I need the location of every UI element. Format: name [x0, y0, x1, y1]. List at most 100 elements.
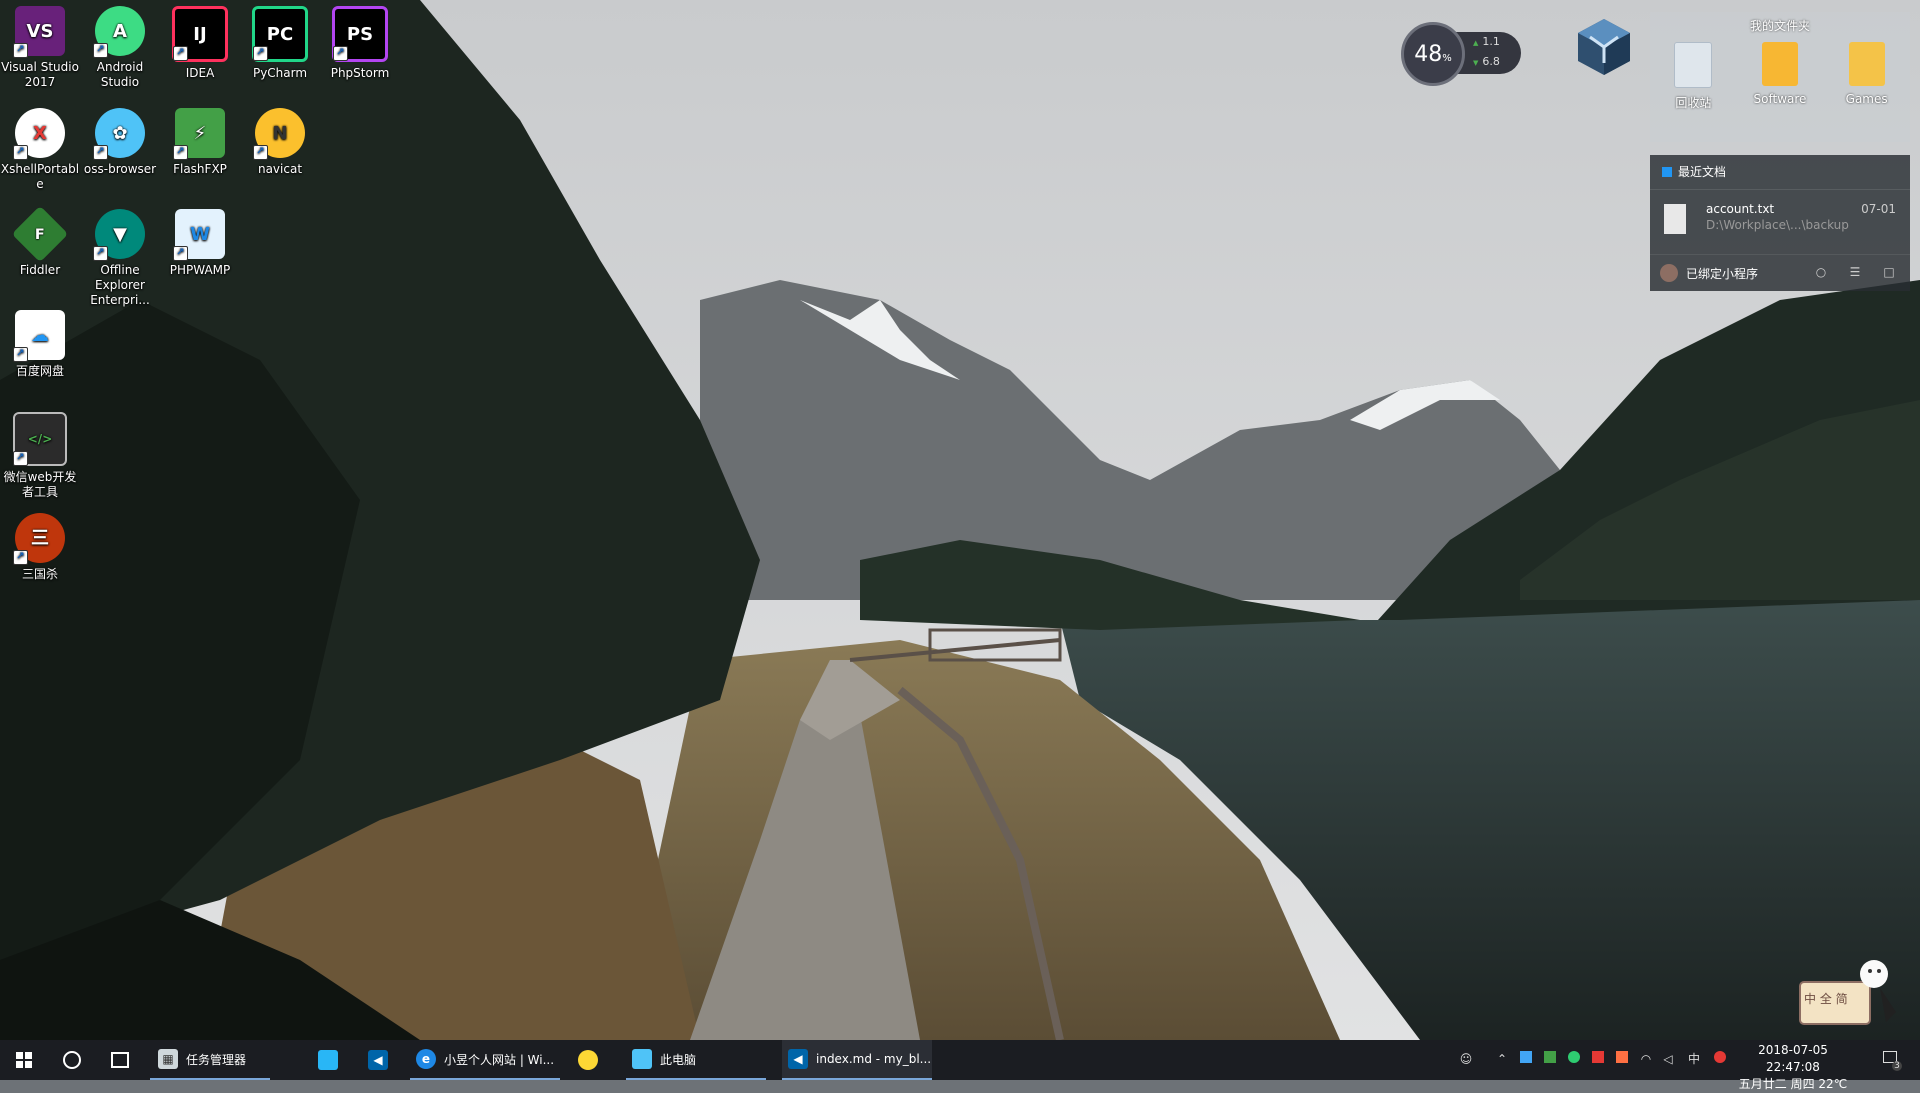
show-hidden-icons-chevron-icon[interactable]: ⌃	[1494, 1051, 1510, 1067]
folder-software[interactable]: Software	[1745, 42, 1815, 111]
desktop-icon-label: PHPWAMP	[169, 263, 231, 277]
sanguosha-icon: 三 ↗	[13, 513, 65, 565]
desktop-icon-sanguosha[interactable]: 三 ↗ 三国杀	[0, 507, 80, 582]
action-center-notification-icon[interactable]: 3	[1880, 1051, 1902, 1071]
tray-app-blue-icon[interactable]	[1518, 1051, 1534, 1067]
taskbar-app-vscode[interactable]: ◀ index.md - my_bl...	[782, 1040, 932, 1080]
pycharm-icon: PC ↗	[252, 6, 308, 62]
tray-app-green-icon[interactable]	[1542, 1051, 1558, 1067]
folder-recycle-bin[interactable]: 回收站	[1658, 42, 1728, 111]
taskbar: ▦ 任务管理器 ◀ e 小昱个人网站 | Wi... 此电脑 ◀ index.m…	[0, 1040, 1920, 1091]
tray-app-red-icon[interactable]	[1590, 1051, 1606, 1067]
tray-app-orange-icon[interactable]	[1614, 1051, 1630, 1067]
taskbar-app-browser[interactable]: e 小昱个人网站 | Wi...	[410, 1040, 560, 1080]
windows-logo-icon	[16, 1052, 32, 1068]
recent-documents-panel: 最近文档 account.txt D:\Workplace\...\backup…	[1650, 155, 1910, 291]
desktop-icon-fiddler[interactable]: F Fiddler	[0, 203, 80, 278]
recycle-bin-icon	[1674, 42, 1713, 88]
taskbar-app-label: 任务管理器	[186, 1052, 247, 1067]
taskbar-app-label: index.md - my_bl...	[816, 1052, 932, 1066]
desktop-icon-phpwamp[interactable]: W ↗ PHPWAMP	[160, 203, 240, 278]
notification-count-badge: 3	[1892, 1061, 1902, 1071]
list-icon[interactable]: ☰	[1848, 265, 1862, 279]
shortcut-arrow-icon: ↗	[333, 46, 348, 61]
desktop-icon-label: XshellPortable	[0, 162, 80, 191]
input-language-indicator[interactable]: 中	[1686, 1051, 1702, 1067]
desktop-icon-label: PyCharm	[252, 66, 308, 80]
desktop-icon-navicat[interactable]: N ↗ navicat	[240, 102, 320, 177]
shortcut-arrow-icon: ↗	[13, 550, 28, 565]
shortcut-arrow-icon: ↗	[253, 145, 268, 160]
start-button[interactable]	[10, 1040, 38, 1080]
desktop-icon-phpstorm[interactable]: PS ↗ PhpStorm	[320, 0, 400, 81]
cube-launcher-icon[interactable]	[1576, 17, 1632, 77]
taskbar-pin-yellow-app[interactable]	[578, 1040, 606, 1080]
desktop-icon-label: IDEA	[185, 66, 215, 80]
desktop-icon-pycharm[interactable]: PC ↗ PyCharm	[240, 0, 320, 81]
taskbar-app-label: 此电脑	[660, 1052, 697, 1067]
people-icon[interactable]: ☺	[1458, 1051, 1474, 1067]
desktop-icon-xshell[interactable]: X ↗ XshellPortable	[0, 102, 80, 192]
ime-status-widget[interactable]: 中 全 简	[1796, 952, 1900, 1028]
sogou-ime-icon[interactable]	[1712, 1051, 1728, 1067]
desktop-icon-android-studio[interactable]: A ↗ Android Studio	[80, 0, 160, 90]
cortana-button[interactable]	[58, 1040, 86, 1080]
cortana-icon	[63, 1051, 81, 1069]
shortcut-arrow-icon: ↗	[93, 145, 108, 160]
desktop-icon-label: PhpStorm	[330, 66, 390, 80]
ime-mode-text: 中 全 简	[1804, 992, 1848, 1006]
desktop-icon-label: FlashFXP	[173, 162, 227, 176]
desktop-icon-wechat-devtools[interactable]: </> ↗ 微信web开发者工具	[0, 406, 80, 500]
desktop-icon-label: navicat	[257, 162, 303, 176]
taskbar-app-this-pc[interactable]: 此电脑	[626, 1040, 766, 1080]
desktop-icon-oss-browser[interactable]: ✿ ↗ oss-browser	[80, 102, 160, 177]
shortcut-arrow-icon: ↗	[93, 43, 108, 58]
shortcut-arrow-icon: ↗	[13, 347, 28, 362]
window-icon[interactable]: □	[1882, 265, 1896, 279]
memory-percent: 48	[1414, 41, 1443, 67]
intellij-idea-icon: IJ ↗	[172, 6, 228, 62]
task-view-button[interactable]	[106, 1040, 134, 1080]
clock-lunar-weather: 五月廿二 周四 22℃	[1738, 1077, 1848, 1091]
desktop-icon-visual-studio[interactable]: VS ↗ Visual Studio 2017	[0, 0, 80, 90]
shortcut-arrow-icon: ↗	[13, 43, 28, 58]
file-explorer-pin-icon	[318, 1050, 338, 1070]
folder-games[interactable]: Games	[1832, 42, 1902, 111]
android-studio-icon: A ↗	[93, 6, 145, 58]
desktop-icon-label: Fiddler	[19, 263, 61, 277]
recent-file-item[interactable]: account.txt D:\Workplace\...\backup 07-0…	[1650, 190, 1910, 254]
folder-label: Software	[1753, 92, 1807, 106]
desktop-icon-idea[interactable]: IJ ↗ IDEA	[160, 0, 240, 81]
yellow-app-icon	[578, 1050, 598, 1070]
xshell-icon: X ↗	[13, 108, 65, 160]
desktop-icon-flashfxp[interactable]: ⚡ ↗ FlashFXP	[160, 102, 240, 177]
desktop-icon-label: Offline Explorer Enterpri...	[90, 263, 150, 307]
memory-usage-gauge[interactable]: 48%	[1401, 22, 1465, 86]
wechat-devtools-icon: </> ↗	[13, 412, 67, 466]
wechat-tray-icon[interactable]	[1566, 1051, 1582, 1067]
folder-icon	[1848, 42, 1885, 86]
taskbar-clock[interactable]: 2018-07-05 22:47:08 五月廿二 周四 22℃	[1733, 1042, 1853, 1093]
taskbar-app-task-manager[interactable]: ▦ 任务管理器	[150, 1040, 270, 1080]
desktop-icon-label: Visual Studio 2017	[1, 60, 79, 89]
desktop-icon-offline-explorer[interactable]: ▼ ↗ Offline Explorer Enterpri...	[80, 203, 160, 308]
wifi-icon[interactable]: ◠	[1638, 1051, 1654, 1067]
network-speed-widget[interactable]: 1.1 6.8 48%	[1401, 22, 1521, 86]
shortcut-arrow-icon: ↗	[173, 145, 188, 160]
shortcut-arrow-icon: ↗	[173, 246, 188, 261]
taskbar-pin-vscode[interactable]: ◀	[368, 1040, 396, 1080]
shortcut-arrow-icon: ↗	[13, 451, 28, 466]
recent-file-date: 07-01	[1861, 202, 1896, 216]
volume-icon[interactable]: ◁	[1660, 1051, 1676, 1067]
taskbar-pin-file-explorer[interactable]	[318, 1040, 346, 1080]
desktop-icon-baidu-netdisk[interactable]: ☁ ↗ 百度网盘	[0, 304, 80, 379]
browser-icon: e	[416, 1049, 436, 1069]
percent-unit: %	[1442, 52, 1452, 64]
vscode-pin-icon: ◀	[368, 1050, 388, 1070]
my-folders-panel: 我的文件夹 回收站 Software Games	[1650, 12, 1910, 142]
phpstorm-icon: PS ↗	[332, 6, 388, 62]
fiddler-icon: F	[11, 205, 69, 263]
clock-datetime: 2018-07-05 22:47:08	[1758, 1043, 1828, 1074]
search-icon[interactable]: ○	[1814, 265, 1828, 279]
offline-explorer-icon: ▼ ↗	[93, 209, 145, 261]
